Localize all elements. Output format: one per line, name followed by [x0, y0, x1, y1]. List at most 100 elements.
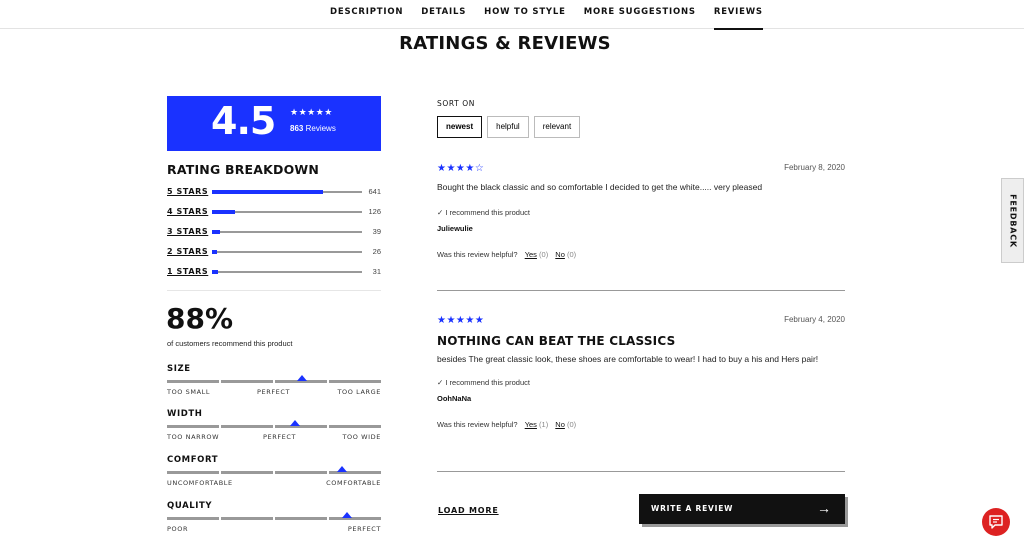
- fit-title: QUALITY: [167, 501, 213, 511]
- review-body: besides The great classic look, these sh…: [437, 354, 819, 364]
- breakdown-row[interactable]: 2 STARS 26: [167, 246, 381, 266]
- fit-right-label: TOO LARGE: [337, 388, 381, 396]
- breakdown-bar-fill: [212, 250, 217, 254]
- fit-right-label: PERFECT: [347, 525, 381, 533]
- breakdown-row-label[interactable]: 4 STARS: [167, 207, 208, 216]
- review-date: February 4, 2020: [784, 315, 845, 324]
- review-divider: [437, 471, 845, 472]
- fit-right-label: TOO WIDE: [342, 433, 381, 441]
- fit-left-label: POOR: [167, 525, 189, 533]
- helpful-prompt: Was this review helpful?: [437, 250, 518, 259]
- breakdown-bar: [212, 270, 362, 274]
- review-author: OohNaNa: [437, 394, 472, 403]
- breakdown-bar-fill: [212, 230, 220, 234]
- review-item: ★★★★☆ February 8, 2020 Bought the black …: [437, 163, 845, 259]
- breakdown-row-label[interactable]: 1 STARS: [167, 267, 208, 276]
- chat-icon: [989, 515, 1003, 529]
- fit-marker-icon: [337, 466, 348, 472]
- section-tabs: DESCRIPTION DETAILS HOW TO STYLE MORE SU…: [330, 0, 763, 30]
- fit-middle-label: PERFECT: [257, 388, 291, 396]
- rating-breakdown: 5 STARS 641 4 STARS 126 3 STARS 39 2 STA…: [167, 186, 381, 286]
- helpful-no-link[interactable]: No: [555, 420, 565, 429]
- write-review-button[interactable]: WRITE A REVIEW →: [639, 494, 845, 524]
- tab-reviews[interactable]: REVIEWS: [713, 0, 763, 30]
- fit-left-label: UNCOMFORTABLE: [167, 479, 233, 487]
- review-body: Bought the black classic and so comforta…: [437, 182, 763, 192]
- sort-newest-button[interactable]: newest: [437, 116, 483, 138]
- feedback-tab[interactable]: FEEDBACK: [1001, 178, 1024, 263]
- fit-comfort: COMFORT UNCOMFORTABLE COMFORTABLE: [167, 455, 381, 491]
- rating-summary: 4.5 ★★★★★ 863 Reviews: [167, 96, 381, 151]
- fit-scale: [167, 375, 381, 383]
- breakdown-row[interactable]: 1 STARS 31: [167, 266, 381, 286]
- sort-helpful-button[interactable]: helpful: [487, 116, 529, 138]
- fit-title: COMFORT: [167, 455, 219, 465]
- fit-left-label: TOO SMALL: [167, 388, 211, 396]
- fit-title: SIZE: [167, 364, 191, 374]
- page-title: RATINGS & REVIEWS: [399, 33, 611, 54]
- review-helpful: Was this review helpful? Yes (1) No (0): [437, 420, 845, 429]
- divider: [167, 290, 381, 291]
- fit-left-label: TOO NARROW: [167, 433, 220, 441]
- write-review-label: WRITE A REVIEW: [651, 504, 734, 513]
- tab-how-to-style[interactable]: HOW TO STYLE: [484, 0, 566, 29]
- fit-marker-icon: [341, 512, 352, 518]
- fit-scale: [167, 512, 381, 520]
- fit-marker-icon: [290, 420, 301, 426]
- breakdown-row[interactable]: 3 STARS 39: [167, 226, 381, 246]
- review-recommend: ✓ I recommend this product: [437, 208, 530, 217]
- review-item: ★★★★★ February 4, 2020 NOTHING CAN BEAT …: [437, 315, 845, 429]
- breakdown-bar: [212, 190, 362, 194]
- section-nav: DESCRIPTION DETAILS HOW TO STYLE MORE SU…: [0, 0, 1024, 30]
- recommend-percent: 88%: [166, 302, 234, 335]
- review-count-suffix: Reviews: [305, 124, 336, 133]
- review-count-number: 863: [290, 124, 304, 133]
- fit-middle-label: PERFECT: [263, 433, 297, 441]
- helpful-prompt: Was this review helpful?: [437, 420, 518, 429]
- chat-button[interactable]: [982, 508, 1010, 536]
- review-date: February 8, 2020: [784, 163, 845, 172]
- average-rating: 4.5: [211, 99, 276, 143]
- review-author: Juliewulie: [437, 224, 473, 233]
- review-title: NOTHING CAN BEAT THE CLASSICS: [437, 334, 676, 348]
- review-recommend: ✓ I recommend this product: [437, 378, 530, 387]
- breakdown-row-count: 641: [368, 187, 381, 196]
- tab-description[interactable]: DESCRIPTION: [330, 0, 403, 29]
- breakdown-row-count: 126: [368, 207, 381, 216]
- breakdown-row-count: 39: [372, 227, 381, 236]
- helpful-no-link[interactable]: No: [555, 250, 565, 259]
- load-more-link[interactable]: LOAD MORE: [438, 506, 499, 515]
- fit-right-label: COMFORTABLE: [326, 479, 381, 487]
- sort-relevant-button[interactable]: relevant: [533, 116, 581, 138]
- breakdown-bar-fill: [212, 270, 218, 274]
- breakdown-row-label[interactable]: 2 STARS: [167, 247, 208, 256]
- summary-stars-icon: ★★★★★: [290, 107, 333, 117]
- helpful-no-count: (0): [566, 250, 577, 259]
- feedback-label: FEEDBACK: [1008, 193, 1017, 248]
- tab-more-suggestions[interactable]: MORE SUGGESTIONS: [584, 0, 696, 29]
- arrow-right-icon: →: [817, 500, 831, 516]
- breakdown-bar: [212, 230, 362, 234]
- tab-details[interactable]: DETAILS: [421, 0, 466, 29]
- breakdown-row-label[interactable]: 3 STARS: [167, 227, 208, 236]
- fit-marker-icon: [296, 375, 307, 381]
- review-count: 863 Reviews: [290, 124, 336, 133]
- breakdown-row[interactable]: 4 STARS 126: [167, 206, 381, 226]
- helpful-yes-link[interactable]: Yes: [525, 250, 537, 259]
- breakdown-row[interactable]: 5 STARS 641: [167, 186, 381, 206]
- helpful-yes-link[interactable]: Yes: [525, 420, 537, 429]
- sort-label: SORT ON: [437, 99, 476, 108]
- fit-scale: [167, 420, 381, 428]
- breakdown-row-label[interactable]: 5 STARS: [167, 187, 208, 196]
- recommend-caption: of customers recommend this product: [167, 339, 293, 348]
- breakdown-bar-fill: [212, 190, 323, 194]
- breakdown-bar-fill: [212, 210, 235, 214]
- breakdown-bar: [212, 250, 362, 254]
- breakdown-row-count: 26: [372, 247, 381, 256]
- fit-quality: QUALITY POOR PERFECT: [167, 501, 381, 537]
- fit-scale: [167, 466, 381, 474]
- helpful-yes-count: (1): [539, 420, 549, 429]
- breakdown-bar: [212, 210, 362, 214]
- breakdown-row-count: 31: [372, 267, 381, 276]
- review-helpful: Was this review helpful? Yes (0) No (0): [437, 250, 845, 259]
